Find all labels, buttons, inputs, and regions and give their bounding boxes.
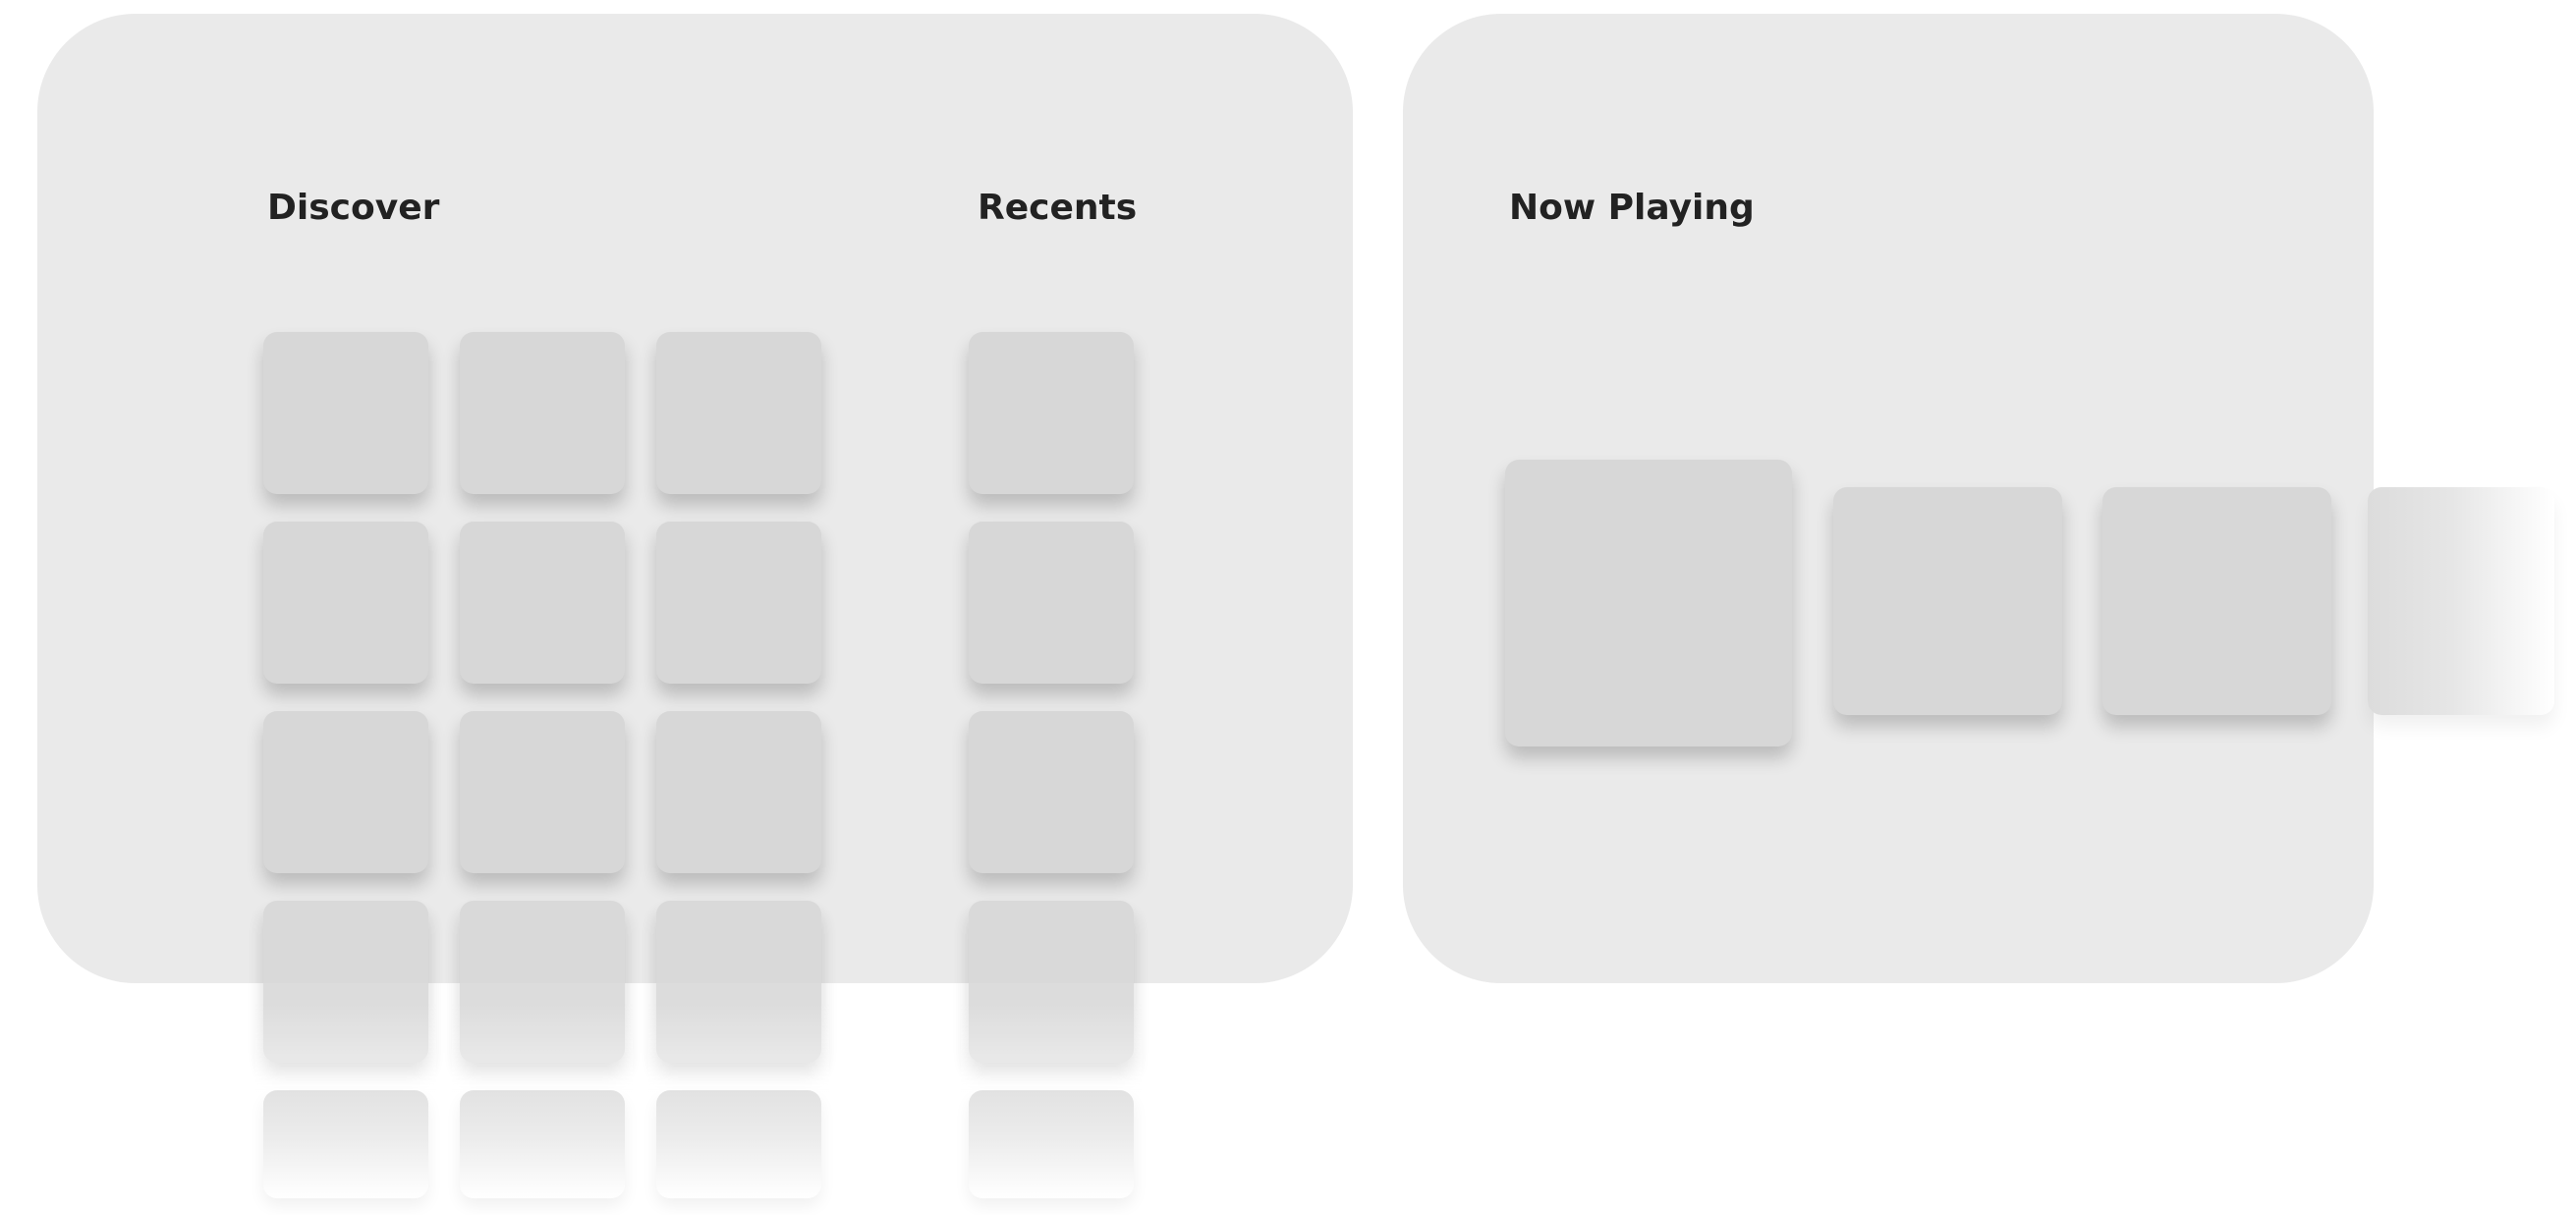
discover-tile[interactable] xyxy=(452,901,633,1092)
discover-tile[interactable] xyxy=(656,711,821,873)
queue-tile[interactable] xyxy=(1833,487,2062,715)
discover-tile[interactable] xyxy=(460,522,625,684)
discover-tile[interactable] xyxy=(255,901,436,1092)
recent-tile[interactable] xyxy=(969,332,1134,494)
recent-tile-faded xyxy=(969,1090,1134,1198)
discover-tile[interactable] xyxy=(263,332,428,494)
media-dashboard: Discover Recents Now Playing xyxy=(0,0,2576,1215)
fade-overlay xyxy=(255,1004,436,1092)
recent-tile[interactable] xyxy=(969,711,1134,873)
recent-tile[interactable] xyxy=(961,901,1142,1092)
discover-tile[interactable] xyxy=(648,901,829,1092)
now-playing-heading: Now Playing xyxy=(1509,188,1755,228)
discover-tile[interactable] xyxy=(263,522,428,684)
discover-tile[interactable] xyxy=(460,711,625,873)
queue-tile-faded xyxy=(2368,487,2554,715)
discover-tile-faded xyxy=(460,1090,625,1198)
discover-tile[interactable] xyxy=(460,332,625,494)
recent-tile[interactable] xyxy=(969,522,1134,684)
recents-heading: Recents xyxy=(978,188,1138,228)
discover-tile[interactable] xyxy=(263,711,428,873)
discover-heading: Discover xyxy=(267,188,440,228)
discover-tile-faded xyxy=(656,1090,821,1198)
discover-tile-faded xyxy=(263,1090,428,1198)
now-playing-current-tile[interactable] xyxy=(1505,460,1792,746)
discover-tile[interactable] xyxy=(656,332,821,494)
fade-overlay xyxy=(648,1004,829,1092)
discover-tile[interactable] xyxy=(656,522,821,684)
fade-overlay xyxy=(961,1004,1142,1092)
fade-overlay xyxy=(452,1004,633,1092)
queue-tile[interactable] xyxy=(2102,487,2331,715)
